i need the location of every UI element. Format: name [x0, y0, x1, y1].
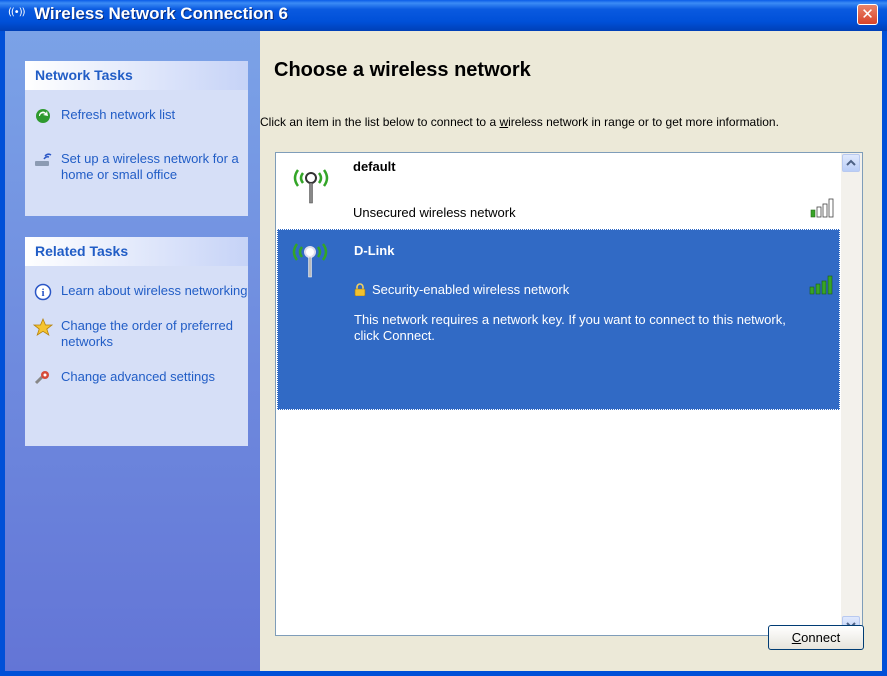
- instructions-accesskey: w: [499, 115, 509, 129]
- wireless-antenna-icon: [292, 243, 328, 278]
- title-bar[interactable]: ((•)) Wireless Network Connection 6 ✕: [0, 0, 887, 31]
- related-tasks-header[interactable]: Related Tasks: [25, 237, 248, 266]
- refresh-network-list-label[interactable]: Refresh network list: [61, 107, 175, 122]
- instructions-part-2: ireless network in range or to get more …: [508, 115, 779, 129]
- setup-wireless-network-label[interactable]: Set up a wireless network for a home or …: [61, 151, 239, 182]
- close-button[interactable]: ✕: [857, 4, 878, 25]
- change-advanced-settings-label[interactable]: Change advanced settings: [61, 369, 215, 384]
- network-description: This network requires a network key. If …: [354, 312, 786, 343]
- change-order-link[interactable]: Change the order of preferred networks: [25, 317, 248, 350]
- chevron-up-icon: [846, 159, 856, 166]
- instructions-text: Click an item in the list below to conne…: [260, 115, 850, 130]
- change-order-label[interactable]: Change the order of preferred networks: [61, 318, 233, 349]
- connect-label: onnect: [801, 630, 841, 645]
- refresh-icon: [33, 107, 53, 129]
- setup-wireless-network-link[interactable]: Set up a wireless network for a home or …: [25, 151, 248, 183]
- related-tasks-box: Related Tasks i Learn about wireless net…: [25, 237, 248, 446]
- info-icon: i: [33, 283, 53, 305]
- learn-wireless-link[interactable]: i Learn about wireless networking: [25, 283, 248, 301]
- network-name: D-Link: [354, 243, 395, 258]
- network-item-default[interactable]: default Unsecured wireless network: [277, 154, 840, 227]
- task-pane: Network Tasks Refresh network list Set u…: [5, 31, 260, 671]
- dialog-window: ((•)) Wireless Network Connection 6 ✕ Ne…: [0, 0, 887, 676]
- window-frame-bottom: [0, 671, 887, 676]
- svg-text:i: i: [41, 287, 44, 299]
- signal-strength-icon: [810, 198, 834, 218]
- scrollbar[interactable]: [841, 153, 862, 635]
- network-tasks-header[interactable]: Network Tasks: [25, 61, 248, 90]
- signal-strength-icon: [809, 275, 833, 295]
- network-item-dlink[interactable]: D-Link Security-enabled wireless network…: [277, 229, 840, 410]
- network-tasks-box: Network Tasks Refresh network list Set u…: [25, 61, 248, 216]
- learn-wireless-label[interactable]: Learn about wireless networking: [61, 283, 247, 298]
- connect-accesskey: C: [791, 630, 802, 645]
- wireless-antenna-icon: [293, 169, 329, 204]
- refresh-network-list-link[interactable]: Refresh network list: [25, 107, 248, 123]
- network-status: Security-enabled wireless network: [372, 282, 570, 297]
- scroll-up-button[interactable]: [842, 154, 860, 172]
- page-title: Choose a wireless network: [274, 59, 531, 81]
- network-status-row: Security-enabled wireless network: [354, 282, 569, 297]
- wireless-setup-icon: [33, 151, 53, 173]
- lock-icon: [354, 283, 366, 296]
- connect-button[interactable]: Connect: [768, 625, 864, 650]
- window-frame-right: [882, 31, 887, 676]
- network-name: default: [353, 159, 396, 174]
- network-status: Unsecured wireless network: [353, 205, 516, 220]
- network-list[interactable]: default Unsecured wireless network D-Lin…: [275, 152, 863, 636]
- window-title: Wireless Network Connection 6: [34, 4, 288, 23]
- wireless-icon: ((•)): [8, 7, 25, 18]
- star-icon: [32, 317, 54, 340]
- instructions-part-1: Click an item in the list below to conne…: [260, 115, 500, 129]
- advanced-settings-icon: [33, 369, 53, 391]
- main-pane: Choose a wireless network Click an item …: [260, 31, 882, 671]
- change-advanced-settings-link[interactable]: Change advanced settings: [25, 369, 248, 385]
